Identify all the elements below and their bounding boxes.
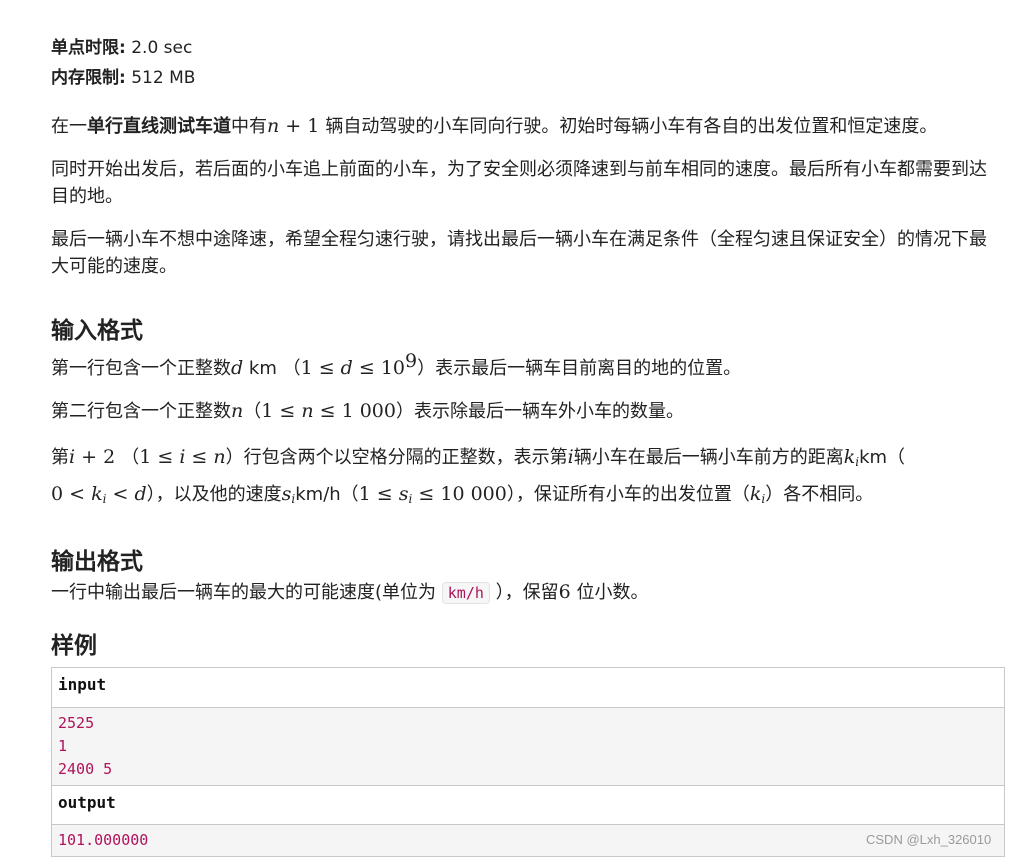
input-label: input	[52, 668, 1004, 708]
input-line-2: 第二行包含一个正整数n（1 ≤ n ≤ 1 000）表示除最后一辆车外小车的数量…	[51, 400, 684, 422]
input-line-1: 第一行包含一个正整数d km （1 ≤ d ≤ 109）表示最后一辆车目前离目的…	[51, 350, 742, 379]
description-paragraph-1: 在一单行直线测试车道中有n + 1 辆自动驾驶的小车同向行驶。初始时每辆小车有各…	[51, 115, 938, 137]
output-sample-line: 101.000000	[58, 831, 149, 849]
input-sample: 2525 1 2400 5	[52, 708, 1004, 785]
example-heading: 样例	[51, 633, 97, 659]
example-box: input 2525 1 2400 5 output 101.000000	[51, 667, 1005, 857]
description-paragraph-2: 同时开始出发后，若后面的小车追上前面的小车，为了安全则必须降速到与前车相同的速度…	[51, 159, 987, 207]
input-format-heading: 输入格式	[51, 318, 143, 344]
time-limit: 单点时限: 2.0 sec	[51, 38, 193, 58]
input-sample-line: 2525	[58, 714, 95, 732]
input-sample-line: 2400 5	[58, 760, 113, 778]
output-sample: 101.000000	[52, 825, 1004, 856]
memory-limit: 内存限制: 512 MB	[51, 68, 196, 88]
output-format-heading: 输出格式	[51, 549, 143, 575]
problem-statement: 单点时限: 2.0 sec 内存限制: 512 MB 在一单行直线测试车道中有n…	[51, 33, 1005, 857]
description-paragraph-3: 最后一辆小车不想中途降速，希望全程匀速行驶，请找出最后一辆小车在满足条件（全程匀…	[51, 229, 987, 277]
output-line-1: 一行中输出最后一辆车的最大的可能速度(单位为 km/h ），保留6 位小数。	[51, 581, 649, 604]
input-sample-line: 1	[58, 737, 68, 755]
watermark: CSDN @Lxh_326010	[866, 832, 992, 847]
input-line-3: 第i + 2 （1 ≤ i ≤ n）行包含两个以空格分隔的正整数，表示第i辆小车…	[51, 446, 906, 506]
output-label: output	[52, 785, 1004, 825]
unit-code: km/h	[441, 582, 490, 604]
